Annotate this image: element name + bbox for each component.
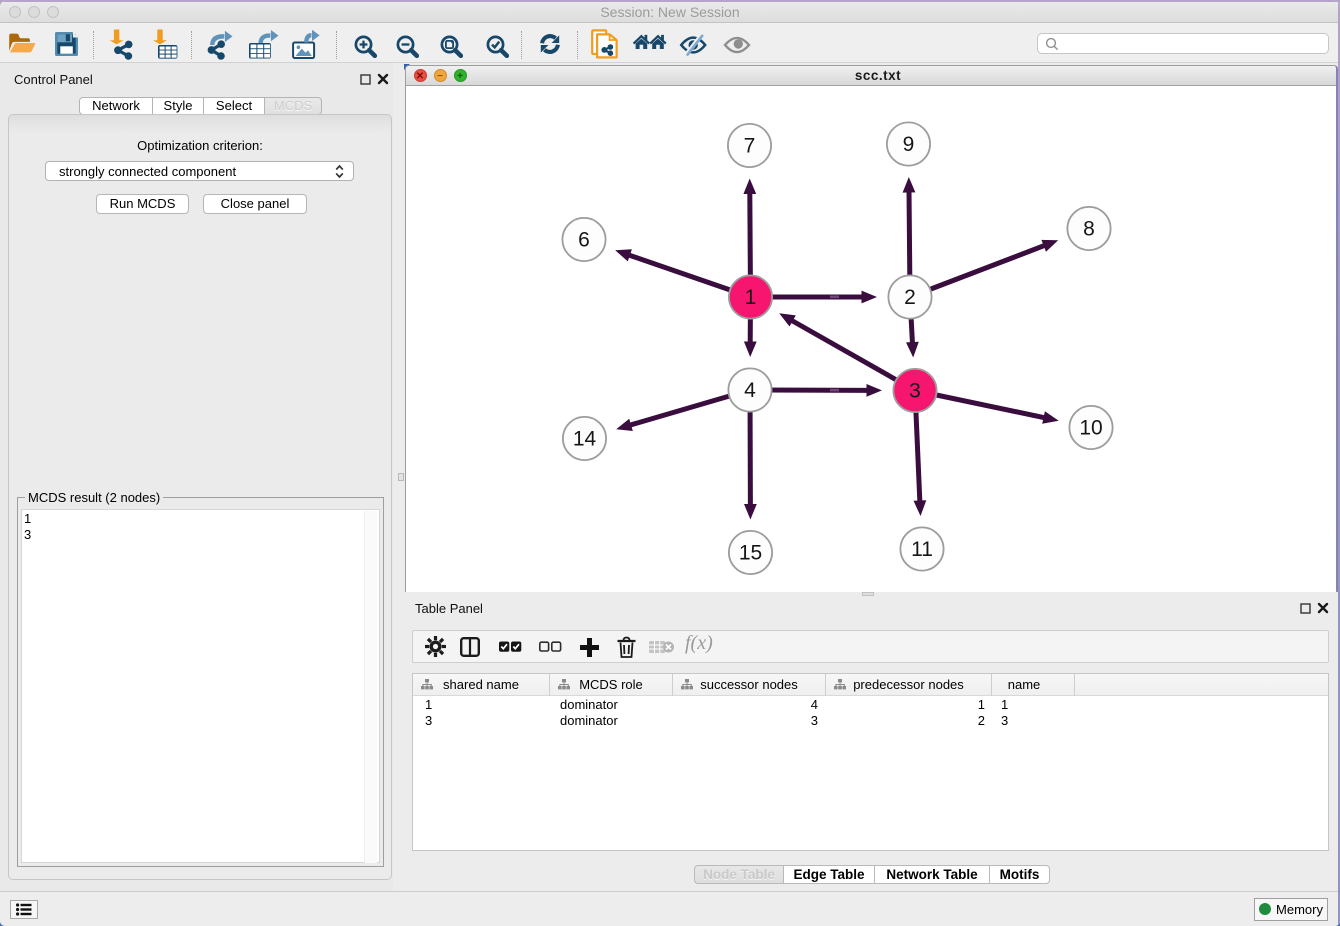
svg-text:10: 10 [1079, 417, 1102, 440]
svg-text:1: 1 [745, 286, 757, 309]
svg-text:15: 15 [739, 542, 762, 565]
svg-text:3: 3 [909, 380, 921, 403]
svg-text:2: 2 [904, 286, 916, 309]
svg-text:14: 14 [573, 428, 597, 451]
svg-text:8: 8 [1083, 218, 1095, 241]
svg-text:7: 7 [744, 135, 756, 158]
svg-text:4: 4 [744, 379, 756, 402]
svg-text:9: 9 [903, 133, 915, 156]
svg-text:11: 11 [911, 538, 933, 561]
svg-text:6: 6 [578, 229, 590, 252]
